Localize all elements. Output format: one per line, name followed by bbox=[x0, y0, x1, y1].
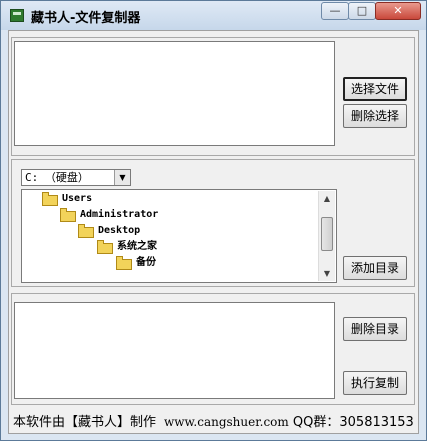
delete-selection-button[interactable]: 删除选择 bbox=[343, 104, 407, 128]
tree-node-users[interactable]: Users bbox=[62, 193, 92, 205]
folder-icon bbox=[42, 192, 58, 206]
folder-icon bbox=[116, 256, 132, 270]
folder-icon bbox=[60, 208, 76, 222]
scroll-thumb[interactable] bbox=[321, 217, 333, 251]
delete-directory-button[interactable]: 删除目录 bbox=[343, 317, 407, 341]
drive-select[interactable]: C: （硬盘） ▼ bbox=[21, 169, 131, 186]
maximize-icon: □ bbox=[356, 4, 368, 17]
directory-tree[interactable]: Users Administrator Desktop 系统之家 备份 ▲ ▼ bbox=[21, 189, 337, 283]
window-title: 藏书人-文件复制器 bbox=[31, 11, 141, 26]
execute-copy-button[interactable]: 执行复制 bbox=[343, 371, 407, 395]
title-bar[interactable]: 藏书人-文件复制器 — □ ✕ bbox=[1, 1, 426, 30]
app-icon bbox=[10, 9, 24, 22]
status-bar: 本软件由【藏书人】制作 www.cangshuer.com QQ群：3058131… bbox=[13, 411, 414, 430]
close-icon: ✕ bbox=[393, 4, 403, 17]
tree-node-beifen[interactable]: 备份 bbox=[136, 257, 156, 269]
chevron-down-icon[interactable]: ▼ bbox=[114, 170, 130, 185]
app-window: 藏书人-文件复制器 — □ ✕ 选择文件 删除选择 C: （硬盘） ▼ User… bbox=[0, 0, 427, 441]
qq-text: QQ群：305813153 bbox=[292, 415, 414, 430]
tree-node-administrator[interactable]: Administrator bbox=[80, 209, 158, 221]
drive-select-value: C: （硬盘） bbox=[25, 171, 89, 184]
tree-scrollbar[interactable]: ▲ ▼ bbox=[318, 191, 335, 281]
website-text: www.cangshuer.com bbox=[164, 415, 289, 429]
target-list[interactable] bbox=[14, 302, 335, 399]
client-area: 选择文件 删除选择 C: （硬盘） ▼ Users Administrator … bbox=[8, 30, 419, 434]
select-file-button[interactable]: 选择文件 bbox=[343, 77, 407, 101]
minimize-button[interactable]: — bbox=[321, 2, 349, 20]
scroll-down-icon[interactable]: ▼ bbox=[319, 266, 335, 281]
minimize-icon: — bbox=[329, 4, 341, 17]
folder-icon bbox=[97, 240, 113, 254]
file-list[interactable] bbox=[14, 41, 335, 146]
tree-node-desktop[interactable]: Desktop bbox=[98, 225, 140, 237]
tree-node-xitongzhijia[interactable]: 系统之家 bbox=[117, 241, 157, 253]
folder-icon bbox=[78, 224, 94, 238]
close-button[interactable]: ✕ bbox=[375, 2, 421, 20]
add-directory-button[interactable]: 添加目录 bbox=[343, 256, 407, 280]
credit-text: 本软件由【藏书人】制作 bbox=[13, 415, 157, 430]
scroll-up-icon[interactable]: ▲ bbox=[319, 191, 335, 206]
maximize-button[interactable]: □ bbox=[348, 2, 376, 20]
